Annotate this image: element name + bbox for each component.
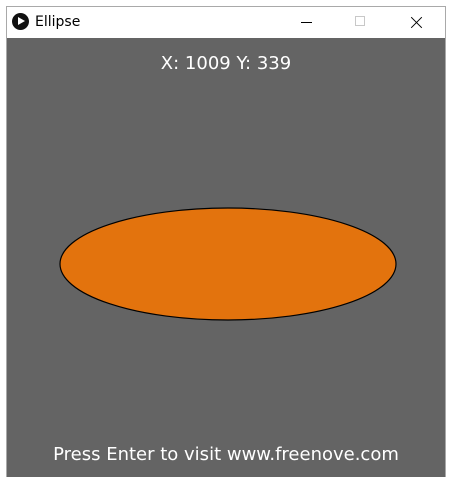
app-window: Ellipse X: 1009 Y: 339 Press Enter to vi… [6,6,446,477]
mouse-coordinates: X: 1009 Y: 339 [160,53,292,74]
minimize-button[interactable] [284,7,330,38]
maximize-button[interactable] [338,7,384,38]
footer-instruction: Press Enter to visit www.freenove.com [53,444,399,465]
sketch-canvas[interactable]: X: 1009 Y: 339 Press Enter to visit www.… [7,38,445,477]
ellipse-drawing [59,207,397,321]
processing-play-icon [12,13,29,30]
close-button[interactable] [393,7,439,38]
title-bar[interactable]: Ellipse [7,7,445,38]
window-title: Ellipse [35,14,81,30]
ellipse-shape [59,207,397,321]
